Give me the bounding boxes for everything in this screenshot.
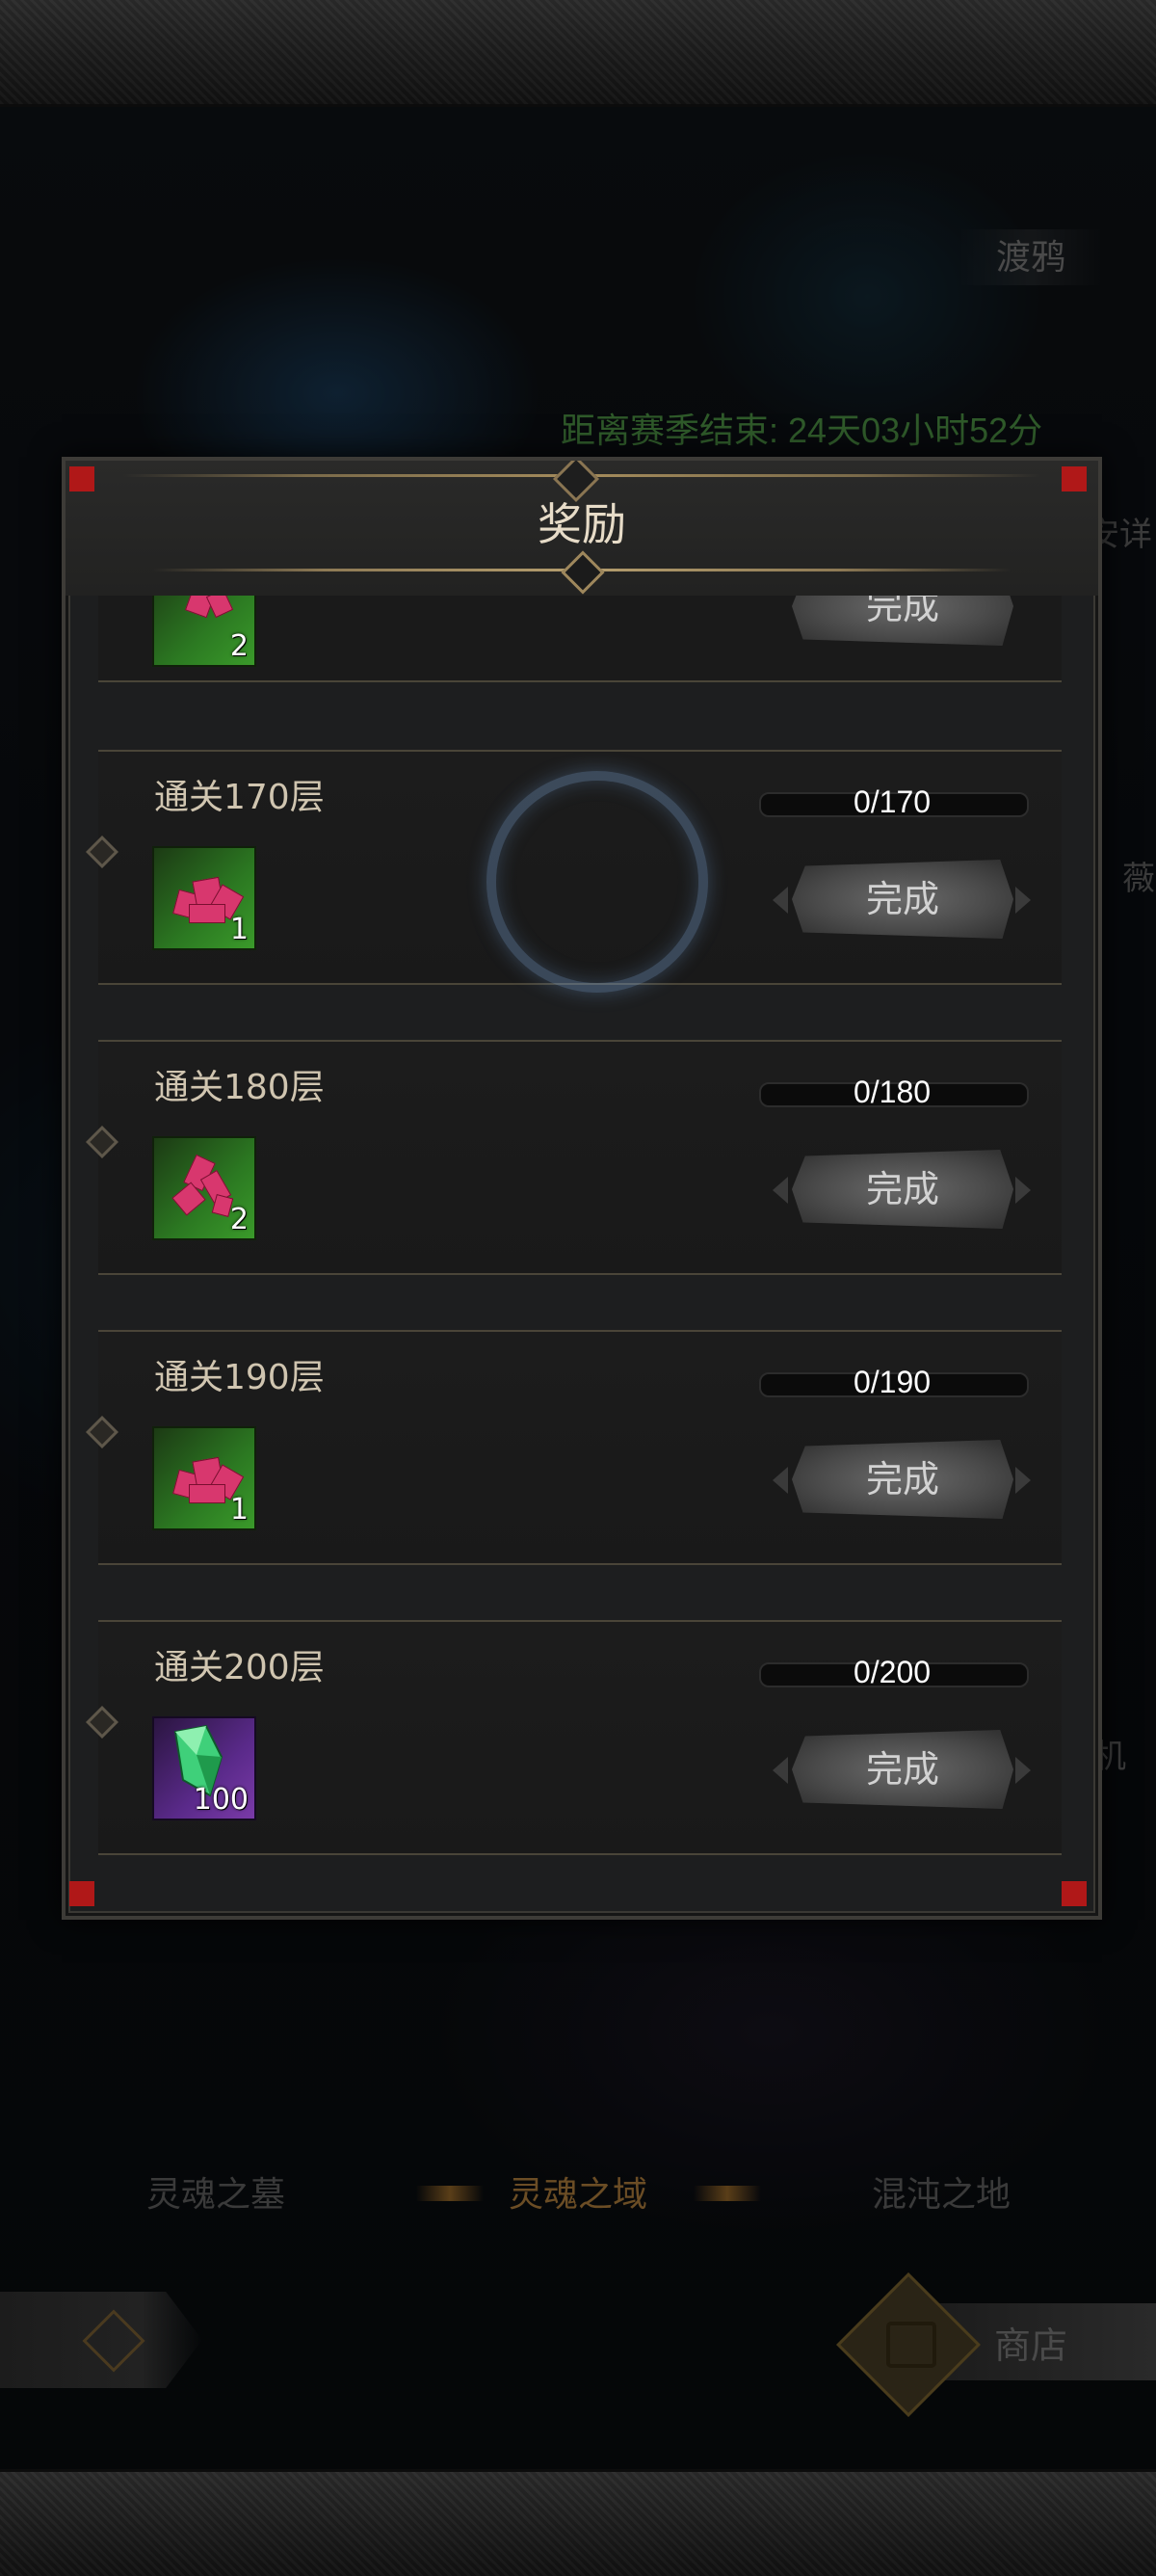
row-title: 通关170层	[154, 778, 325, 817]
item-count: 100	[193, 1783, 249, 1817]
row-marker-icon	[86, 1416, 118, 1448]
loading-ring-icon	[486, 771, 708, 993]
reward-item-slot[interactable]: 1	[152, 846, 256, 950]
item-count: 2	[229, 629, 249, 663]
top-frame	[0, 0, 1156, 107]
tab-soul-tomb[interactable]: 灵魂之墓	[146, 2166, 285, 2217]
reward-modal: 奖励 2 完成 通关170层 0/170 1 完成 通关180层 0/180 2…	[62, 457, 1102, 1920]
modal-title-bar: 奖励	[66, 461, 1098, 596]
complete-button[interactable]: 完成	[792, 1440, 1013, 1519]
reward-row-partial: 2 完成	[98, 596, 1062, 682]
reward-row: 通关180层 0/180 2 完成	[86, 1040, 1062, 1275]
reward-row: 通关200层 0/200 100 完成	[86, 1620, 1062, 1855]
button-arrow-right-icon	[1015, 887, 1031, 914]
item-count: 1	[229, 1493, 249, 1527]
season-countdown: 距离赛季结束: 24天03小时52分	[561, 411, 1043, 450]
side-label-2: 薇	[1122, 861, 1155, 897]
item-count: 1	[229, 913, 249, 946]
title-ornament-icon	[561, 550, 605, 595]
treasure-chest-icon	[886, 2322, 936, 2368]
back-arrow-icon	[82, 2309, 145, 2373]
modal-corner-tr	[1062, 466, 1087, 491]
row-title: 通关190层	[154, 1358, 325, 1397]
modal-corner-bl	[69, 1881, 94, 1906]
complete-button[interactable]: 完成	[792, 860, 1013, 939]
reward-item-slot[interactable]: 1	[152, 1426, 256, 1530]
row-title: 通关180层	[154, 1068, 325, 1107]
complete-button[interactable]: 完成	[792, 1150, 1013, 1229]
bottom-frame	[0, 2469, 1156, 2576]
reward-row: 通关190层 0/190 1 完成	[86, 1330, 1062, 1565]
progress-text: 0/180	[853, 1075, 932, 1109]
row-marker-icon	[86, 1706, 118, 1739]
nav-arrow-left-icon	[416, 2186, 484, 2201]
progress-text: 0/190	[853, 1365, 932, 1399]
complete-button[interactable]: 完成	[792, 596, 1013, 646]
button-arrow-right-icon	[1015, 1177, 1031, 1204]
tab-chaos-land[interactable]: 混沌之地	[872, 2166, 1011, 2217]
row-title: 通关200层	[154, 1648, 325, 1687]
button-arrow-left-icon	[773, 1757, 788, 1784]
modal-corner-tl	[69, 466, 94, 491]
realm-nav-bar: 灵魂之墓 灵魂之域 混沌之地	[0, 2147, 1156, 2244]
reward-item-slot[interactable]: 2	[152, 1136, 256, 1240]
reward-item-slot[interactable]: 2	[152, 596, 256, 667]
button-arrow-left-icon	[773, 1177, 788, 1204]
shop-button[interactable]: 商店	[836, 2272, 1156, 2417]
shop-label: 商店	[994, 2326, 1068, 2367]
row-marker-icon	[86, 836, 118, 868]
button-arrow-right-icon	[1015, 1467, 1031, 1494]
complete-button[interactable]: 完成	[792, 1730, 1013, 1809]
tab-soul-domain[interactable]: 灵魂之域	[509, 2166, 647, 2217]
item-count: 2	[229, 1203, 249, 1236]
modal-title: 奖励	[538, 498, 626, 550]
nav-arrow-right-icon	[694, 2186, 761, 2201]
modal-corner-br	[1062, 1881, 1087, 1906]
reward-item-slot[interactable]: 100	[152, 1716, 256, 1820]
player-name-label: 渡鸦	[959, 229, 1103, 285]
back-button[interactable]	[0, 2292, 202, 2388]
progress-text: 0/170	[853, 784, 932, 819]
button-arrow-left-icon	[773, 1467, 788, 1494]
row-marker-icon	[86, 1126, 118, 1158]
button-arrow-left-icon	[773, 887, 788, 914]
button-arrow-right-icon	[1015, 1757, 1031, 1784]
progress-text: 0/200	[853, 1655, 932, 1689]
